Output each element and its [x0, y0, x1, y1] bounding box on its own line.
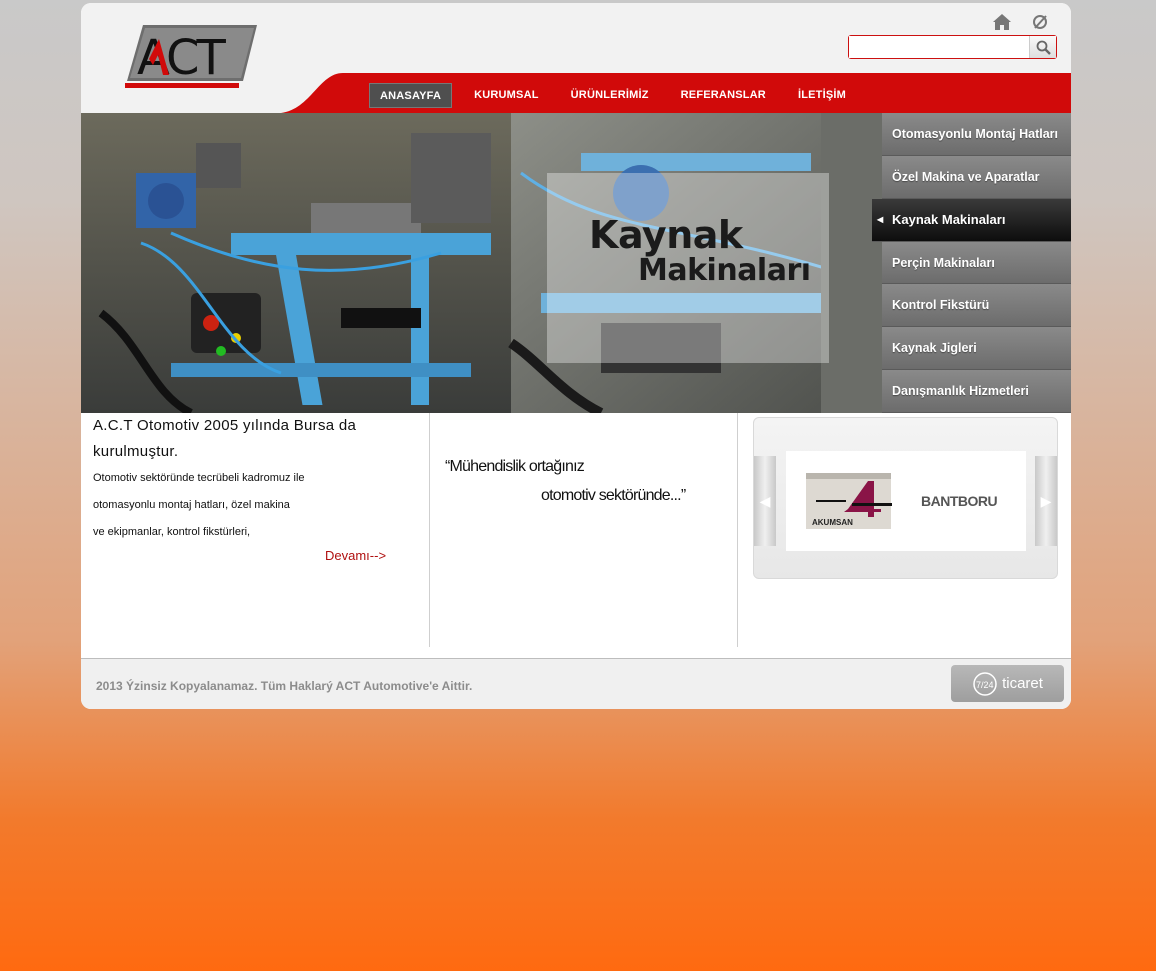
chevron-right-icon: ▶ — [1040, 492, 1052, 509]
bantboru-logo[interactable]: BANTBORU — [921, 493, 998, 509]
home-icon[interactable] — [991, 11, 1013, 33]
page-container: ACT ANASAYFA KURUMSAL ÜRÜNLERİMİZ REFERA… — [81, 3, 1071, 709]
side-item-otomasyonlu-montaj[interactable]: Otomasyonlu Montaj Hatları — [882, 113, 1071, 156]
about-line-2: otomasyonlu montaj hatları, özel makina — [93, 499, 290, 511]
ticaret-badge[interactable]: 7/24 ticaret — [951, 665, 1064, 702]
product-side-menu: Otomasyonlu Montaj Hatları Özel Makina v… — [872, 113, 1071, 413]
side-item-kaynak-jigleri[interactable]: Kaynak Jigleri — [882, 327, 1071, 371]
banner-title-line1: Kaynak — [589, 213, 743, 257]
7-24-logo-icon: 7/24 — [973, 671, 997, 696]
about-line-1: Otomotiv sektöründe tecrübeli kadromuz i… — [93, 472, 305, 484]
side-item-kontrol-fiksturu[interactable]: Kontrol Fikstürü — [882, 284, 1071, 328]
chevron-left-icon: ◀ — [759, 492, 771, 509]
banner-slider[interactable]: Kaynak Makinaları — [81, 113, 882, 413]
about-line-3: ve ekipmanlar, kontrol fikstürleri, — [93, 526, 251, 538]
search-input[interactable] — [849, 36, 1029, 58]
nav-referanslar[interactable]: REFERANSLAR — [665, 83, 782, 108]
side-item-percin-makinalari[interactable]: Perçin Makinaları — [882, 241, 1071, 285]
search-box — [848, 35, 1057, 59]
copyright-text: 2013 Ýzinsiz Kopyalanamaz. Tüm Haklarý A… — [96, 679, 473, 693]
column-divider — [429, 413, 430, 647]
side-item-label: Kaynak Makinaları — [892, 211, 1006, 227]
main-nav: ANASAYFA KURUMSAL ÜRÜNLERİMİZ REFERANSLA… — [369, 83, 862, 108]
carousel-viewport: AKUMSAN BANTBORU — [786, 451, 1026, 551]
ticaret-badge-label: ticaret — [1002, 675, 1043, 692]
nav-iletisim[interactable]: İLETİŞİM — [782, 83, 862, 108]
slogan-line-2: otomotiv sektöründe...” — [541, 487, 686, 504]
column-divider — [737, 413, 738, 647]
about-section: A.C.T Otomotiv 2005 yılında Bursa da kur… — [93, 413, 423, 647]
caret-left-icon: ◀ — [877, 214, 884, 224]
about-lead: A.C.T Otomotiv 2005 yılında Bursa da kur… — [93, 417, 357, 460]
akumsan-logo-text: AKUMSAN — [812, 518, 853, 527]
side-item-danismanlik[interactable]: Danışmanlık Hizmetleri — [882, 370, 1071, 413]
akumsan-logo[interactable]: AKUMSAN — [806, 473, 892, 529]
read-more-link[interactable]: Devamı--> — [325, 548, 386, 563]
references-carousel: ◀ AKUMSAN BANTBORU ▶ — [753, 417, 1058, 579]
side-item-ozel-makina[interactable]: Özel Makina ve Aparatlar — [882, 155, 1071, 199]
banner-title-line2: Makinaları — [638, 253, 811, 288]
search-icon — [1036, 40, 1051, 55]
bantboru-logo-text: BANTBORU — [921, 493, 997, 509]
refresh-icon[interactable] — [1029, 11, 1051, 33]
footer: 2013 Ýzinsiz Kopyalanamaz. Tüm Haklarý A… — [81, 659, 1071, 709]
nav-kurumsal[interactable]: KURUMSAL — [458, 83, 555, 108]
top-icons — [991, 11, 1051, 33]
nav-urunlerimiz[interactable]: ÜRÜNLERİMİZ — [555, 83, 665, 108]
header: ACT ANASAYFA KURUMSAL ÜRÜNLERİMİZ REFERA… — [81, 3, 1071, 113]
badge-number: 7/24 — [976, 680, 994, 690]
side-item-kaynak-makinalari[interactable]: ◀ Kaynak Makinaları — [872, 198, 1071, 242]
slogan-line-1: “Mühendislik ortağınız — [445, 458, 585, 475]
nav-anasayfa[interactable]: ANASAYFA — [369, 83, 453, 108]
carousel-next-button[interactable]: ▶ — [1035, 456, 1057, 546]
carousel-prev-button[interactable]: ◀ — [754, 456, 776, 546]
search-button[interactable] — [1029, 36, 1056, 58]
